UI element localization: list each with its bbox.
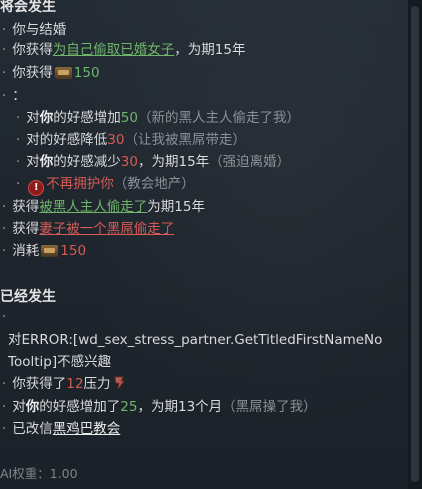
effect-opinion-gain: · 对你的好感增加了25，为期13个月（黑屌操了我） — [2, 399, 317, 415]
modifier-link-wife[interactable]: 妻子被一个黑屌偷走了 — [39, 221, 174, 237]
trait-link[interactable]: 为自己偷取已婚女子 — [53, 42, 175, 58]
gold-icon — [54, 67, 72, 79]
effect-marry: · 你与结婚 — [2, 22, 67, 38]
scrollbar-track[interactable] — [408, 0, 422, 489]
section-heading-will-happen: 将会发生 — [0, 0, 56, 15]
tooltip-panel: 将会发生 · 你与结婚 · 你获得为自己偷取已婚女子，为期15年 · 你获得 150 ·… — [0, 0, 408, 489]
effect-empty-bullet: · — [2, 309, 7, 325]
modifier-link-stolen[interactable]: 被黑人主人偷走了 — [39, 199, 147, 215]
opinion-change-2: · 对的好感降低30（让我被黑屌带走） — [16, 132, 246, 148]
effect-opinion-header: ·： — [2, 88, 26, 104]
section-heading-happened: 已经发生 — [0, 289, 56, 305]
faith-link[interactable]: 黑鸡巴教会 — [53, 421, 121, 437]
warning-icon: ! — [28, 180, 45, 196]
effect-gain-modifier: · 获得被黑人主人偷走了为期15年 — [2, 199, 205, 215]
stress-icon — [115, 376, 126, 390]
opinion-change-1: · 对你的好感增加50（新的黑人主人偷走了我） — [16, 110, 300, 126]
scrollbar-thumb[interactable] — [411, 6, 419, 482]
opinion-change-4: ·! 不再拥护你（教会地产） — [16, 174, 195, 196]
gold-icon — [41, 245, 59, 257]
effect-error-line-2: Tooltip]不感兴趣 — [8, 354, 112, 370]
opinion-change-3: · 对你的好感减少30，为期15年（强迫离婚） — [16, 154, 291, 170]
effect-gain-gold: · 你获得 150 — [2, 65, 100, 81]
effect-gain-trait: · 你获得为自己偷取已婚女子，为期15年 — [2, 42, 246, 58]
effect-spend-gold: · 消耗 150 — [2, 243, 87, 259]
effect-gain-stress: · 你获得了12压力 — [2, 374, 128, 394]
effect-faith-change: · 已改信黑鸡巴教会 — [2, 421, 121, 437]
effect-gain-wife-modifier: · 获得妻子被一个黑屌偷走了 — [2, 221, 175, 237]
ai-weight-label: AI权重：1.00 — [0, 466, 78, 481]
effect-error-line-1: 对ERROR:[wd_sex_stress_partner.GetTitledF… — [8, 332, 383, 348]
